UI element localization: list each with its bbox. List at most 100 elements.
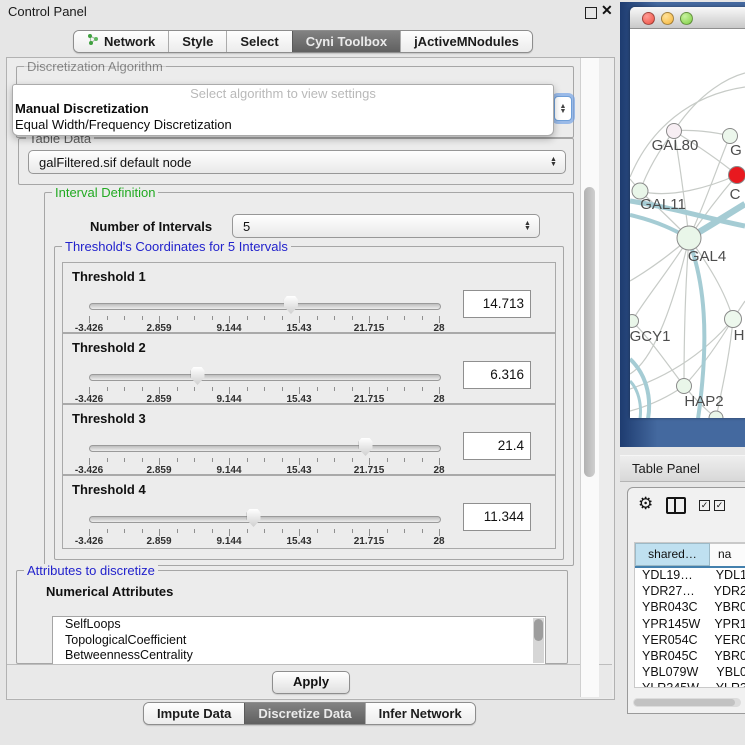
network-window-titlebar[interactable]	[630, 7, 745, 29]
number-of-intervals-combobox[interactable]: 5 ▲▼	[232, 214, 540, 238]
slider-handle[interactable]	[284, 296, 298, 314]
threshold-slider[interactable]	[89, 510, 439, 530]
network-node-h[interactable]	[725, 311, 742, 328]
slider-track	[89, 445, 441, 452]
network-canvas[interactable]: GAL80GCGAL11GAL4GCY1HHAP2	[630, 29, 745, 418]
table-row[interactable]: YLR345WYLR3	[635, 681, 745, 688]
network-node-gal4[interactable]	[677, 226, 701, 250]
tick-mark	[352, 529, 353, 533]
algorithm-prompt-item[interactable]: Select algorithm to view settings	[13, 86, 553, 101]
tick-mark	[229, 387, 230, 394]
panel-scrollbar[interactable]	[580, 58, 599, 697]
tick-mark	[107, 387, 108, 391]
table-row[interactable]: YPR145WYPR1	[635, 617, 745, 633]
close-traffic-light[interactable]	[642, 12, 655, 25]
threshold-slider[interactable]	[89, 439, 439, 459]
tab-impute-data[interactable]: Impute Data	[144, 703, 244, 724]
tick-mark	[317, 529, 318, 533]
algorithm-option-manual[interactable]: Manual Discretization	[15, 101, 551, 117]
table-row[interactable]: YBL079WYBL0	[635, 665, 745, 681]
threshold-value-field[interactable]: 14.713	[463, 290, 531, 318]
tick-mark	[212, 529, 213, 533]
tab-network[interactable]: Network	[74, 31, 168, 52]
close-icon[interactable]: ✕	[601, 2, 613, 19]
table-hscrollbar[interactable]	[633, 698, 741, 707]
table-row[interactable]: YDL19…YDL1	[635, 568, 745, 584]
network-edge-thick	[689, 241, 704, 418]
tick-mark	[159, 316, 160, 323]
tick-mark	[107, 316, 108, 320]
column-header-name[interactable]: na	[710, 543, 745, 566]
threshold-value-field[interactable]: 11.344	[463, 503, 531, 531]
tab-select[interactable]: Select	[226, 31, 291, 52]
column-header-shared-name[interactable]: shared…	[635, 543, 710, 566]
discretization-algorithm-group-title: Discretization Algorithm	[24, 60, 166, 73]
slider-handle[interactable]	[191, 367, 205, 385]
tick-mark	[247, 316, 248, 320]
numerical-attributes-list[interactable]: SelfLoopsTopologicalCoefficientBetweenne…	[52, 616, 546, 665]
tab-label: Impute Data	[157, 703, 231, 724]
split-columns-icon[interactable]	[666, 497, 686, 514]
tick-mark	[439, 458, 440, 465]
network-node[interactable]	[709, 411, 723, 418]
tab-discretize-data[interactable]: Discretize Data	[244, 703, 364, 724]
table-hscrollbar-thumb[interactable]	[634, 699, 735, 706]
threshold-value-field[interactable]: 21.4	[463, 432, 531, 460]
tick-mark	[194, 458, 195, 462]
checked-box-icon[interactable]: ✓	[714, 500, 725, 511]
tick-mark	[124, 458, 125, 462]
tab-style[interactable]: Style	[168, 31, 226, 52]
threshold-value-field[interactable]: 6.316	[463, 361, 531, 389]
tick-mark	[159, 529, 160, 536]
attributes-scrollbar[interactable]	[533, 618, 544, 663]
slider-scale: -3.4262.8599.14415.4321.71528	[89, 536, 439, 547]
tick-mark	[282, 316, 283, 320]
tab-jactivemnodules[interactable]: jActiveMNodules	[400, 31, 532, 52]
app-root: Control Panel ✕ Network Style SelectCyni T…	[0, 0, 745, 745]
table-data-combobox[interactable]: galFiltered.sif default node ▲▼	[28, 150, 566, 174]
tab-infer-network[interactable]: Infer Network	[365, 703, 475, 724]
number-of-intervals-label: Number of Intervals	[90, 219, 212, 234]
attribute-list-item[interactable]: BetweennessCentrality	[53, 648, 545, 664]
tab-label: Style	[182, 31, 213, 52]
node-table[interactable]: shared… na YDL19…YDL1YDR27…YDR2YBR043CYB…	[634, 542, 745, 688]
threshold-slider[interactable]	[89, 368, 439, 388]
algorithm-option-equal-width[interactable]: Equal Width/Frequency Discretization	[15, 117, 551, 133]
minimize-traffic-light[interactable]	[661, 12, 674, 25]
network-node-c[interactable]	[729, 167, 745, 184]
attribute-list-item[interactable]: TopologicalCoefficient	[53, 633, 545, 649]
slider-track	[89, 303, 441, 310]
tick-mark	[404, 316, 405, 320]
tick-mark	[282, 387, 283, 391]
network-node-label: GAL80	[652, 137, 699, 154]
float-window-icon[interactable]	[585, 7, 597, 19]
panel-scrollbar-thumb[interactable]	[584, 187, 595, 477]
network-node-gcy1[interactable]	[630, 315, 639, 328]
network-edge	[632, 238, 689, 321]
table-row[interactable]: YDR27…YDR2	[635, 584, 745, 600]
tick-mark	[299, 458, 300, 465]
tick-mark	[334, 458, 335, 462]
table-row[interactable]: YBR043CYBR0	[635, 600, 745, 616]
settings-gear-icon[interactable]: ⚙	[638, 494, 653, 514]
network-node-hap2[interactable]	[677, 379, 692, 394]
apply-button[interactable]: Apply	[272, 671, 350, 694]
table-row[interactable]: YER054CYER0	[635, 633, 745, 649]
table-row[interactable]: YBR045CYBR0	[635, 649, 745, 665]
tick-mark	[317, 387, 318, 391]
tick-mark	[352, 458, 353, 462]
control-panel-title: Control Panel	[8, 4, 87, 19]
network-icon	[87, 31, 99, 52]
tick-mark	[212, 316, 213, 320]
cell-shared-name: YBL079W	[635, 665, 707, 681]
checked-box-icon[interactable]: ✓	[699, 500, 710, 511]
tab-cyni-toolbox[interactable]: Cyni Toolbox	[292, 31, 400, 52]
threshold-slider[interactable]	[89, 297, 439, 317]
attributes-scrollbar-thumb[interactable]	[534, 619, 543, 641]
slider-handle[interactable]	[247, 509, 261, 527]
slider-handle[interactable]	[359, 438, 373, 456]
cyni-bottom-tabs: Impute Data Discretize DataInfer Network	[143, 702, 476, 725]
attribute-list-item[interactable]: SelfLoops	[53, 617, 545, 633]
zoom-traffic-light[interactable]	[680, 12, 693, 25]
algorithm-combobox-stepper[interactable]: ▲▼	[554, 96, 572, 121]
